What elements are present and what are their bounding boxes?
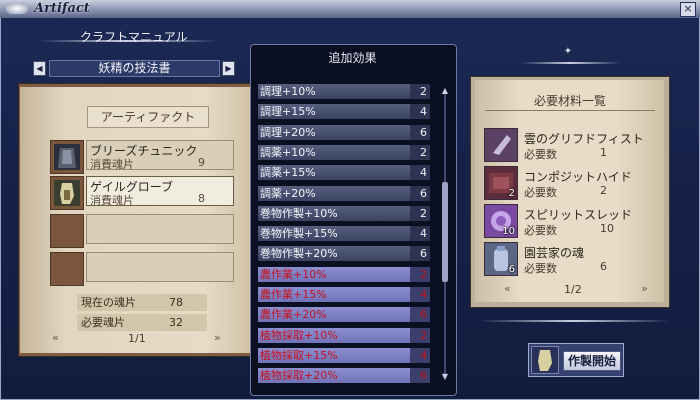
effect-row[interactable]: 調薬+15% (258, 165, 410, 181)
current-souls: 現在の魂片 78 (77, 294, 207, 311)
book-name-field: 妖精の技法書 (49, 60, 220, 77)
effect-cost: 6 (410, 368, 430, 384)
effect-row[interactable]: 農作業+10% (258, 266, 410, 282)
material-slot-1[interactable] (484, 128, 518, 162)
recipe-item-empty[interactable] (86, 214, 234, 244)
book-prev-button[interactable]: ◀ (33, 61, 46, 76)
effect-row[interactable]: 調理+20% (258, 124, 410, 140)
material-slot-2[interactable]: 2 (484, 166, 518, 200)
right-header-divider (520, 62, 620, 64)
effect-cost: 4 (410, 165, 430, 181)
effect-row[interactable]: 調薬+20% (258, 185, 410, 201)
craft-start-button[interactable]: 作製開始 (528, 343, 624, 377)
title-bar[interactable]: Artifact × (0, 0, 700, 18)
recipe-item-empty[interactable] (86, 252, 234, 282)
item-cost-label: 消費魂片 (90, 158, 134, 171)
material-name: 雲のグリフドフィスト (524, 132, 644, 146)
item-slot-1[interactable] (50, 140, 84, 174)
item-slot-4[interactable] (50, 252, 84, 286)
effect-row[interactable]: 植物採取+15% (258, 347, 410, 363)
fist-icon (493, 135, 511, 155)
craft-start-label: 作製開始 (563, 351, 621, 371)
effect-cost: 2 (410, 84, 430, 99)
recipe-item-gale-glove[interactable]: ゲイルグローブ 消費魂片 8 (86, 176, 234, 207)
material-required-value: 6 (600, 260, 607, 273)
effect-row[interactable]: 調理+15% (258, 104, 410, 120)
glove-icon (531, 346, 559, 374)
materials-divider (485, 110, 655, 111)
effect-cost: 4 (410, 287, 430, 302)
effect-row[interactable]: 植物採取+20% (258, 368, 410, 384)
effect-row[interactable]: 植物採取+10% (258, 327, 410, 343)
material-name: 園芸家の魂 (524, 246, 585, 260)
material-name: コンポジットハイド (524, 170, 632, 184)
material-required-label: 必要数 (524, 186, 557, 199)
effects-scrollbar[interactable]: ▲ ▼ (440, 86, 450, 382)
effect-row[interactable]: 巻物作製+15% (258, 226, 410, 242)
ornament-icon: ✦ (563, 46, 573, 57)
materials-title: 必要材料一覧 (533, 94, 606, 108)
effect-cost: 2 (410, 144, 430, 160)
scroll-thumb[interactable] (442, 182, 448, 282)
item-slot-3[interactable] (50, 214, 84, 248)
effect-cost: 4 (410, 104, 430, 120)
material-count: 10 (502, 226, 515, 237)
recipe-item-breeze-tunic[interactable]: ブリーズチュニック 消費魂片 9 (86, 140, 234, 171)
effect-row[interactable]: 調薬+10% (258, 144, 410, 160)
effect-row[interactable]: 調理+10% (258, 84, 410, 99)
required-souls-label: 必要魂片 (81, 316, 125, 329)
close-button[interactable]: × (680, 2, 696, 17)
material-required-value: 1 (600, 146, 607, 159)
material-required-label: 必要数 (524, 224, 557, 237)
effect-cost: 4 (410, 347, 430, 363)
effect-cost: 6 (410, 307, 430, 323)
materials-page-indicator: 1/2 (564, 283, 582, 296)
effect-cost: 2 (410, 266, 430, 282)
current-souls-value: 78 (169, 296, 183, 309)
effect-cost: 6 (410, 185, 430, 201)
effect-cost: 2 (410, 327, 430, 343)
item-slot-2[interactable] (50, 176, 84, 210)
item-cost-value: 8 (198, 192, 205, 205)
effect-cost: 6 (410, 246, 430, 262)
window-title: Artifact (34, 1, 90, 16)
craft-manual-header: クラフトマニュアル (80, 30, 188, 44)
material-required-value: 2 (600, 184, 607, 197)
effect-cost: 2 (410, 205, 430, 221)
tab-artifact[interactable]: アーティファクト (87, 106, 209, 128)
effect-row[interactable]: 農作業+15% (258, 287, 410, 302)
material-name: スピリットスレッド (524, 208, 633, 222)
material-count: 6 (508, 264, 515, 275)
left-page-next-button[interactable]: » (214, 331, 221, 344)
book-next-button[interactable]: ▶ (222, 61, 235, 76)
effect-cost: 4 (410, 226, 430, 242)
material-required-label: 必要数 (524, 262, 557, 275)
effect-row[interactable]: 巻物作製+20% (258, 246, 410, 262)
material-count: 2 (508, 188, 515, 199)
effect-cost: 6 (410, 124, 430, 140)
item-cost-value: 9 (198, 156, 205, 169)
material-slot-3[interactable]: 10 (484, 204, 518, 238)
effect-row[interactable]: 巻物作製+10% (258, 205, 410, 221)
required-souls-value: 32 (169, 316, 183, 329)
additional-effects-header: 追加効果 (328, 51, 377, 65)
current-souls-label: 現在の魂片 (81, 296, 136, 309)
materials-page-prev-button[interactable]: « (504, 282, 511, 295)
scroll-down-icon[interactable]: ▼ (440, 372, 450, 381)
materials-page-next-button[interactable]: » (641, 282, 648, 295)
title-ornament-icon (6, 3, 28, 14)
left-page-indicator: 1/1 (128, 332, 146, 345)
material-slot-4[interactable]: 6 (484, 242, 518, 276)
right-bottom-divider (478, 320, 670, 322)
material-required-value: 10 (600, 222, 614, 235)
item-cost-label: 消費魂片 (90, 194, 134, 207)
tunic-icon (54, 144, 80, 170)
glove-icon (54, 180, 80, 206)
effect-row[interactable]: 農作業+20% (258, 307, 410, 323)
material-required-label: 必要数 (524, 148, 557, 161)
left-page-prev-button[interactable]: « (52, 331, 59, 344)
required-souls: 必要魂片 32 (77, 314, 207, 331)
